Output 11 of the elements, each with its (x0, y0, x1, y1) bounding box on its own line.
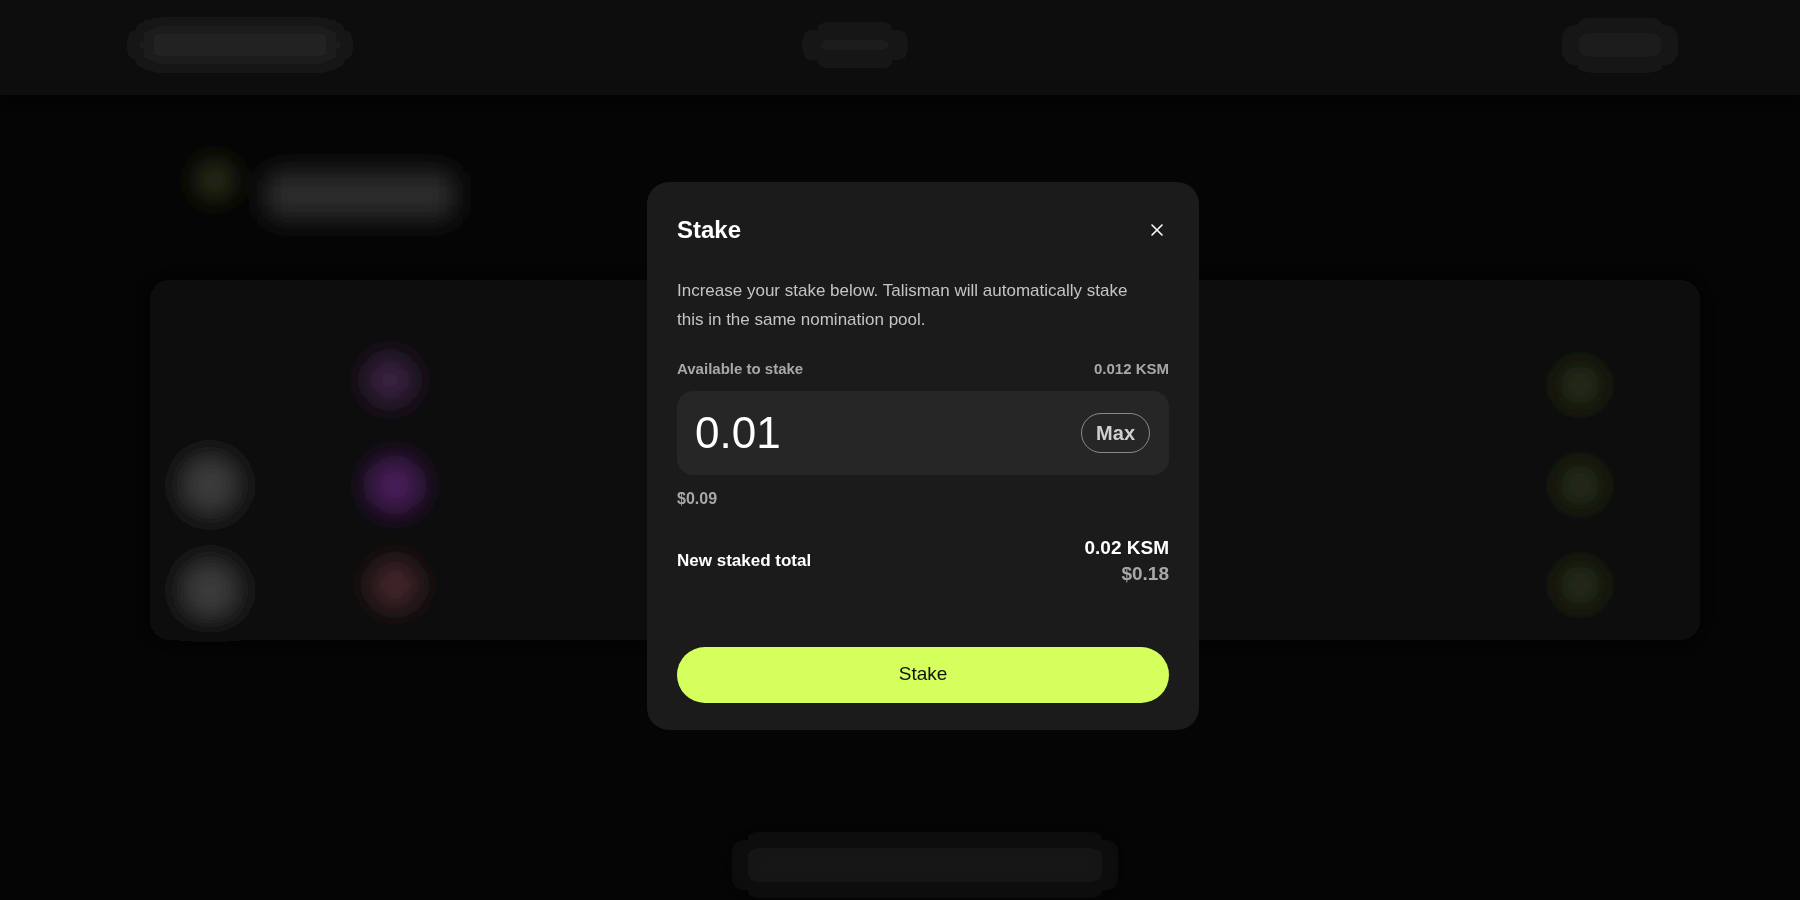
dialog-title: Stake (677, 215, 742, 245)
new-total-label: New staked total (677, 549, 812, 572)
available-label: Available to stake (677, 359, 804, 379)
new-total-amount: 0.02 KSM (1084, 535, 1169, 560)
new-total-fiat: $0.18 (1121, 561, 1169, 586)
stake-button[interactable]: Stake (677, 646, 1169, 703)
available-amount: 0.012 KSM (1093, 359, 1169, 379)
description-text: Increase your stake below. Talisman will automatically stake this in the same nomination pool. (677, 280, 1129, 331)
close-icon[interactable] (1149, 222, 1165, 238)
amount-fiat-value: $0.09 (677, 488, 718, 509)
amount-field[interactable]: 0.01 Max (677, 390, 1169, 475)
